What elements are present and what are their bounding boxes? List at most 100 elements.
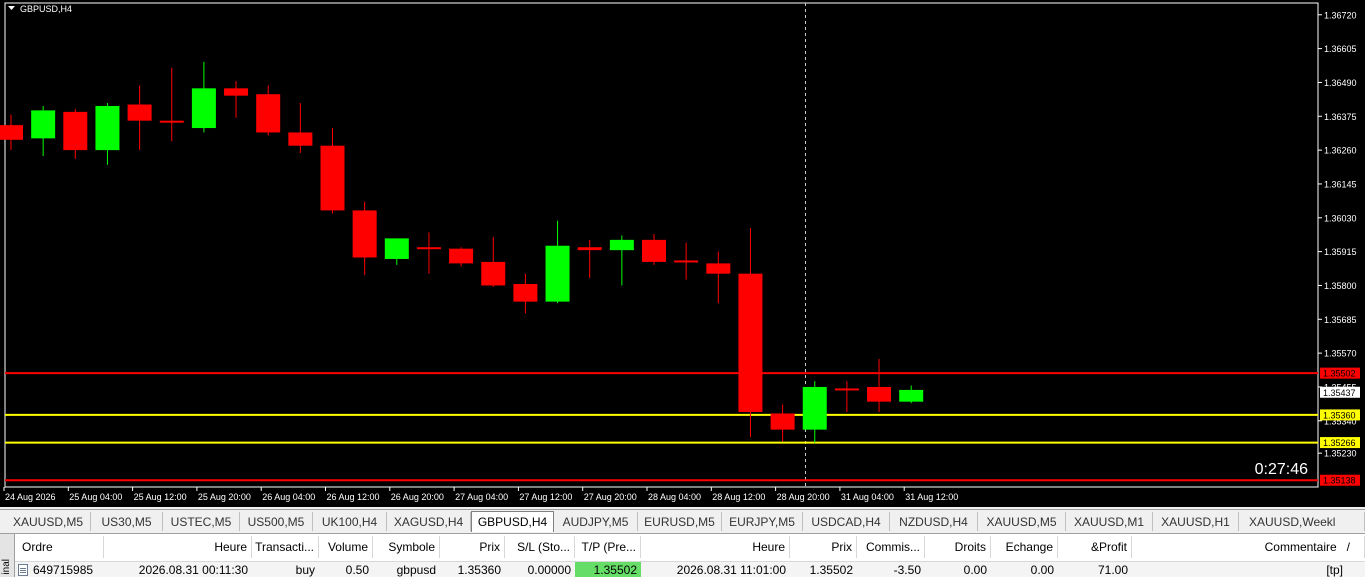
table-row-cell-price[interactable]: 1.35360: [440, 561, 505, 577]
price-tag-label: 1.35266: [1323, 438, 1356, 448]
chart-tab[interactable]: US30,M5: [91, 512, 163, 531]
chart-tab-active[interactable]: GBPUSD,H4: [471, 511, 554, 532]
chart-tab[interactable]: US500,M5: [240, 512, 313, 531]
col-header-sl[interactable]: S/L (Sto...: [505, 536, 575, 558]
tab-label: USDCAD,H4: [811, 514, 881, 529]
tab-label: UK100,H4: [321, 514, 378, 529]
candle-body-bear: [706, 263, 731, 274]
chart-tab[interactable]: XAUUSD,Weekl: [1239, 512, 1365, 531]
price-tag-label: 1.35360: [1323, 410, 1356, 420]
time-label: 26 Aug 12:00: [327, 492, 380, 502]
time-label: 27 Aug 04:00: [455, 492, 508, 502]
chart-tab[interactable]: XAUUSD,M1: [1066, 512, 1153, 531]
terminal-panel: inal Ordre Heure Transacti... Volume Sym…: [0, 533, 1365, 577]
table-row-cell-tp[interactable]: 1.35502: [575, 561, 641, 577]
candle-body-bear: [127, 104, 152, 121]
col-header-commission[interactable]: Commis...: [857, 536, 925, 558]
time-label: 28 Aug 04:00: [648, 492, 701, 502]
price-tick-label: 1.35800: [1324, 281, 1357, 291]
table-row-cell-profit[interactable]: 71.00: [1058, 561, 1132, 577]
chart-tab[interactable]: EURJPY,M5: [722, 512, 803, 531]
tab-label: XAUUSD,M5: [12, 514, 83, 529]
table-row-cell-swap[interactable]: 0.00: [991, 561, 1058, 577]
chart-tab[interactable]: AUDJPY,M5: [554, 512, 638, 531]
table-row-cell-fees[interactable]: 0.00: [925, 561, 991, 577]
col-header-symbol[interactable]: Symbole: [373, 536, 440, 558]
chart-area[interactable]: GBPUSD,H4 1.36720 1.36605 1.36490 1.36375 1.3…: [0, 0, 1365, 507]
col-header-close-price[interactable]: Prix: [790, 536, 857, 558]
candle-body-bull: [899, 389, 924, 402]
col-header-price[interactable]: Prix: [440, 536, 505, 558]
chart-tab[interactable]: XAGUSD,H4: [387, 512, 471, 531]
table-row-cell-comment[interactable]: [tp]: [1132, 561, 1365, 577]
chart-tab[interactable]: NZDUSD,H4: [890, 512, 978, 531]
time-label: 31 Aug 12:00: [905, 492, 958, 502]
candle-body-bear: [738, 273, 763, 412]
col-header-profit[interactable]: &Profit: [1058, 536, 1132, 558]
chart-tab[interactable]: XAUUSD,M5: [978, 512, 1066, 531]
price-tick-label: 1.36375: [1324, 112, 1357, 122]
candle-body-bear: [288, 132, 313, 146]
sort-indicator: /: [1346, 540, 1350, 554]
table-row-cell-close-time[interactable]: 2026.08.31 11:01:00: [641, 561, 790, 577]
col-header-fees[interactable]: Droits: [925, 536, 991, 558]
tab-label: AUDJPY,M5: [562, 514, 629, 529]
chart-tabs-bar: XAUUSD,M5 US30,M5 USTEC,M5 US500,M5 UK10…: [0, 509, 1365, 533]
col-header-tp[interactable]: T/P (Pre...: [575, 536, 641, 558]
table-row-cell-symbol[interactable]: gbpusd: [373, 561, 440, 577]
candle-body-bear: [867, 386, 892, 402]
time-label: 24 Aug 2026: [5, 492, 56, 502]
candle-body-bear: [224, 88, 249, 96]
price-tick-label: 1.36720: [1324, 10, 1357, 20]
table-row-cell-commission[interactable]: -3.50: [857, 561, 925, 577]
tab-label: XAUUSD,M1: [1073, 514, 1144, 529]
col-header-close-time[interactable]: Heure: [641, 536, 790, 558]
col-header-open-time[interactable]: Heure: [104, 536, 252, 558]
terminal-side-tab[interactable]: inal: [0, 534, 15, 577]
col-header-type[interactable]: Transacti...: [252, 536, 319, 558]
time-label: 25 Aug 12:00: [134, 492, 187, 502]
candle-body-bull: [802, 386, 827, 430]
col-header-swap[interactable]: Echange: [991, 536, 1058, 558]
tab-label: NZDUSD,H4: [899, 514, 968, 529]
time-label: 28 Aug 12:00: [712, 492, 765, 502]
table-row-cell-sl[interactable]: 0.00000: [505, 561, 575, 577]
candle-body-bear: [416, 247, 441, 250]
time-label: 31 Aug 04:00: [841, 492, 894, 502]
candle-body-bear: [256, 94, 281, 133]
table-row-cell-volume[interactable]: 0.50: [319, 561, 373, 577]
col-header-comment[interactable]: Commentaire /: [1132, 536, 1365, 558]
time-label: 25 Aug 20:00: [198, 492, 251, 502]
chart-tab[interactable]: USDCAD,H4: [803, 512, 890, 531]
table-row-cell-order[interactable]: 649715985: [15, 561, 104, 577]
tab-label: XAUUSD,Weekl: [1249, 514, 1336, 529]
chart-tab[interactable]: XAUUSD,M5: [6, 512, 91, 531]
candle-body-bull: [545, 245, 570, 302]
price-tick-label: 1.36605: [1324, 44, 1357, 54]
candle-body-bull: [31, 110, 56, 139]
chart-tab[interactable]: XAUUSD,H1: [1153, 512, 1239, 531]
table-row-cell-open-time[interactable]: 2026.08.31 00:11:30: [104, 561, 252, 577]
chart-tab[interactable]: UK100,H4: [313, 512, 387, 531]
candle-body-bull: [95, 105, 120, 151]
candle-body-bear: [834, 388, 859, 391]
col-header-volume[interactable]: Volume: [319, 536, 373, 558]
tab-label: USTEC,M5: [170, 514, 232, 529]
candle-body-bear: [674, 260, 699, 263]
price-tick-label: 1.35570: [1324, 349, 1357, 359]
table-row-cell-close-price[interactable]: 1.35502: [790, 561, 857, 577]
col-header-order[interactable]: Ordre: [15, 536, 104, 558]
time-label: 28 Aug 20:00: [777, 492, 830, 502]
candle-body-bear: [449, 248, 474, 264]
chart-tab[interactable]: USTEC,M5: [163, 512, 240, 531]
table-row-cell-type[interactable]: buy: [252, 561, 319, 577]
candle-body-bear: [577, 247, 602, 251]
candlestick-chart[interactable]: GBPUSD,H4 1.36720 1.36605 1.36490 1.36375 1.3…: [0, 0, 1365, 507]
tab-label: XAUUSD,H1: [1161, 514, 1230, 529]
candle-body-bear: [481, 261, 506, 286]
tab-label: XAUUSD,M5: [986, 514, 1057, 529]
tab-label: US30,M5: [101, 514, 152, 529]
chart-tab[interactable]: EURUSD,M5: [638, 512, 722, 531]
time-label: 25 Aug 04:00: [69, 492, 122, 502]
bar-countdown: 0:27:46: [1255, 461, 1308, 478]
